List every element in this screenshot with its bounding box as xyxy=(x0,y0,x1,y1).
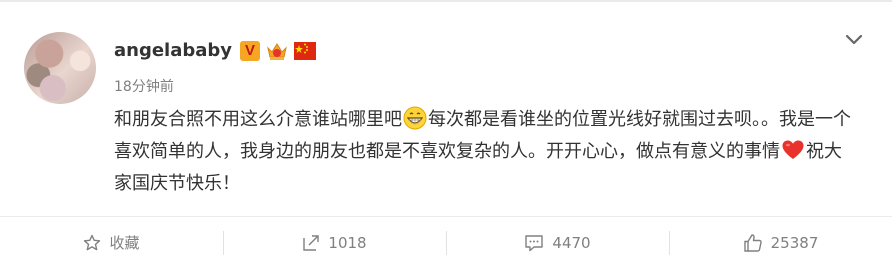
comment-button[interactable]: 4470 xyxy=(446,217,669,268)
heart-emoji-icon xyxy=(781,138,805,162)
post-time-link[interactable]: 18分钟前 xyxy=(114,78,174,96)
username-link[interactable]: angelababy xyxy=(114,38,232,64)
comment-icon xyxy=(525,234,544,251)
user-badges: V xyxy=(240,40,316,62)
favorite-button[interactable]: 收藏 xyxy=(0,217,223,268)
like-count: 25387 xyxy=(770,233,819,252)
crown-badge-icon[interactable] xyxy=(266,41,288,61)
chevron-down-icon[interactable] xyxy=(844,32,864,48)
verified-badge-icon[interactable]: V xyxy=(240,41,260,61)
grin-emoji-icon xyxy=(403,106,427,130)
avatar[interactable] xyxy=(24,32,96,104)
repost-count: 1018 xyxy=(328,233,367,252)
like-button[interactable]: 25387 xyxy=(669,217,892,268)
star-icon xyxy=(84,234,101,250)
post-content: 和朋友合照不用这么介意谁站哪里吧 每次都是看谁坐的位置光线好就围过去呗。。我是一… xyxy=(114,104,854,200)
favorite-label: 收藏 xyxy=(109,234,140,252)
thumbs-up-icon xyxy=(743,233,762,252)
content-text-1: 和朋友合照不用这么介意谁站哪里吧 xyxy=(114,109,402,130)
repost-icon xyxy=(303,234,320,251)
repost-button[interactable]: 1018 xyxy=(223,217,446,268)
weibo-post-card: angelababy V 18分钟前 和朋友合照不用这么介意谁站哪里吧 每次都是… xyxy=(0,0,892,268)
comment-count: 4470 xyxy=(552,233,591,252)
action-bar: 收藏 1018 4470 25387 xyxy=(0,217,892,268)
china-flag-icon[interactable] xyxy=(294,42,316,60)
top-divider xyxy=(0,0,892,2)
